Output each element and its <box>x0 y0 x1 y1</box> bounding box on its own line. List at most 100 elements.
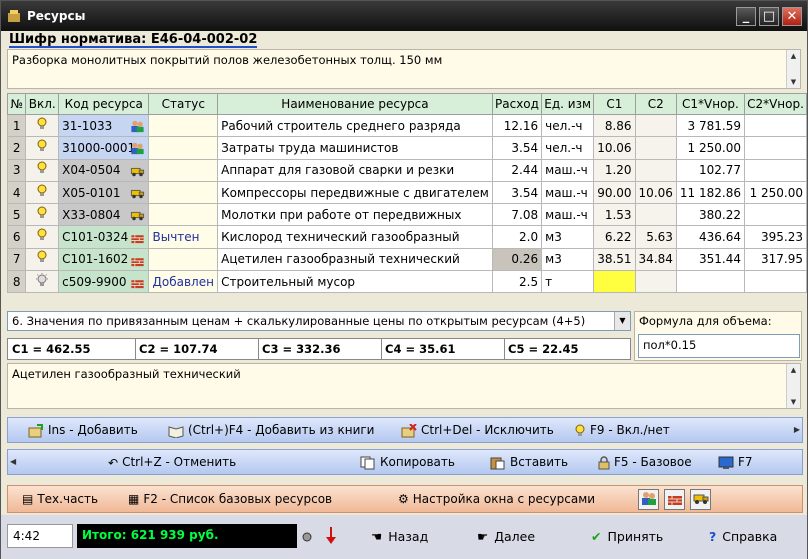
c1-cell[interactable]: 1.20 <box>593 158 636 182</box>
table-row[interactable]: 7 C101-1602 Ацетилен газообразный техничес… <box>6 247 808 272</box>
unit-cell[interactable]: чел.-ч <box>541 136 595 160</box>
back-button[interactable]: ☚ Назад <box>371 529 428 544</box>
consumption-cell[interactable]: 3.54 <box>491 180 543 205</box>
consumption-cell[interactable]: 12.16 <box>491 113 543 138</box>
include-toggle[interactable] <box>25 136 60 160</box>
add-button[interactable]: Ins - Добавить <box>28 423 138 438</box>
unit-cell[interactable]: маш.-ч <box>541 180 595 205</box>
column-header[interactable]: № <box>6 93 27 115</box>
resource-name[interactable]: Кислород технический газообразный <box>217 225 493 249</box>
column-header[interactable]: C2*Vнор. <box>743 93 808 115</box>
consumption-cell[interactable]: 3.54 <box>491 136 543 160</box>
minimize-button[interactable]: _ <box>736 7 756 26</box>
c1-cell[interactable]: 8.86 <box>593 113 636 138</box>
norm-description[interactable]: Разборка монолитных покрытий полов желез… <box>7 49 801 89</box>
c1-cell[interactable]: 38.51 <box>593 247 636 272</box>
chevron-left-icon[interactable]: ◀ <box>10 457 16 466</box>
c2-cell[interactable] <box>634 113 677 138</box>
next-button[interactable]: ☛ Далее <box>477 529 535 544</box>
c1-cell[interactable]: 1.53 <box>593 203 636 227</box>
c2-cell[interactable]: 5.63 <box>634 225 677 249</box>
include-toggle[interactable] <box>25 270 60 294</box>
arrow-down-icon[interactable] <box>325 527 337 545</box>
title-bar[interactable]: Ресурсы _ □ ✕ <box>1 1 807 31</box>
column-header[interactable]: C2 <box>634 93 677 115</box>
resource-name[interactable]: Компрессоры передвижные с двигателем <box>217 180 493 205</box>
table-row[interactable]: 4 X05-0101 Компрессоры передвижные с двига… <box>6 180 808 205</box>
c2-cell[interactable] <box>634 203 677 227</box>
note-scrollbar[interactable]: ▲ ▼ <box>786 364 800 408</box>
maximize-button[interactable]: □ <box>759 7 779 26</box>
description-scrollbar[interactable]: ▲ ▼ <box>786 50 800 88</box>
filter-materials-button[interactable] <box>664 489 685 510</box>
toggle-button[interactable]: F9 - Вкл./нет <box>574 423 670 438</box>
column-header[interactable]: Код ресурса <box>58 93 150 115</box>
resource-name[interactable]: Молотки при работе от передвижных <box>217 203 493 227</box>
include-toggle[interactable] <box>25 113 60 138</box>
table-row[interactable]: 3 X04-0504 Аппарат для газовой сварки и ре… <box>6 158 808 182</box>
resource-code[interactable]: c509-9900 <box>58 270 150 294</box>
price-mode-select[interactable]: 6. Значения по привязанным ценам + скаль… <box>7 311 631 331</box>
volume-formula-input[interactable]: пол*0.15 <box>638 334 800 358</box>
resource-name[interactable]: Ацетилен газообразный технический <box>217 247 493 272</box>
include-toggle[interactable] <box>25 247 60 272</box>
resource-code[interactable]: X33-0804 <box>58 203 150 227</box>
chevron-right-icon[interactable]: ▶ <box>794 425 800 434</box>
undo-button[interactable]: ↶ Ctrl+Z - Отменить <box>108 455 236 470</box>
column-header[interactable]: C1*Vнор. <box>675 93 745 115</box>
column-header[interactable]: C1 <box>593 93 636 115</box>
unit-cell[interactable]: чел.-ч <box>541 113 595 138</box>
table-row[interactable]: 1 31-1033 Рабочий строитель среднего разря… <box>6 113 808 138</box>
unit-cell[interactable]: маш.-ч <box>541 203 595 227</box>
table-row[interactable]: 5 X33-0804 Молотки при работе от передвижн… <box>6 203 808 227</box>
paste-button[interactable]: Вставить <box>490 455 568 470</box>
c1-cell[interactable] <box>593 270 636 294</box>
c2-cell[interactable] <box>634 158 677 182</box>
table-row[interactable]: 8 c509-9900 Добавлен Строительный мусор 2.5 т <box>6 270 808 294</box>
resource-name[interactable]: Строительный мусор <box>217 270 493 294</box>
filter-machines-button[interactable] <box>690 489 711 510</box>
consumption-cell[interactable]: 2.0 <box>491 225 543 249</box>
resource-name[interactable]: Затраты труда машинистов <box>217 136 493 160</box>
column-header[interactable]: Ед. изм <box>541 93 595 115</box>
resource-name[interactable]: Рабочий строитель среднего разряда <box>217 113 493 138</box>
resource-code[interactable]: 31000-0001 <box>58 136 150 160</box>
consumption-cell[interactable]: 2.44 <box>491 158 543 182</box>
unit-cell[interactable]: маш.-ч <box>541 158 595 182</box>
close-button[interactable]: ✕ <box>782 7 802 26</box>
tech-part-button[interactable]: ▤ Тех.часть <box>22 492 98 506</box>
accept-button[interactable]: ✔ Принять <box>591 529 663 544</box>
help-button[interactable]: ? Справка <box>709 529 777 544</box>
c2-cell[interactable] <box>634 270 677 294</box>
chevron-down-icon[interactable]: ▼ <box>614 312 630 330</box>
exclude-button[interactable]: Ctrl+Del - Исключить <box>401 423 554 438</box>
include-toggle[interactable] <box>25 203 60 227</box>
resource-code[interactable]: X05-0101 <box>58 180 150 205</box>
column-header[interactable]: Вкл. <box>25 93 60 115</box>
resource-code[interactable]: X04-0504 <box>58 158 150 182</box>
c2-cell[interactable] <box>634 136 677 160</box>
resource-code[interactable]: C101-0324 <box>58 225 150 249</box>
unit-cell[interactable]: т <box>541 270 595 294</box>
resource-code[interactable]: C101-1602 <box>58 247 150 272</box>
table-row[interactable]: 2 31000-0001 Затраты труда машинистов 3.54 ч… <box>6 136 808 160</box>
consumption-cell[interactable]: 2.5 <box>491 270 543 294</box>
c1-cell[interactable]: 10.06 <box>593 136 636 160</box>
column-header[interactable]: Наименование ресурса <box>217 93 493 115</box>
base-resources-button[interactable]: ▦ F2 - Список базовых ресурсов <box>128 492 332 506</box>
add-from-book-button[interactable]: (Ctrl+)F4 - Добавить из книги <box>168 423 374 438</box>
column-header[interactable]: Статус <box>148 93 219 115</box>
window-settings-button[interactable]: ⚙ Настройка окна с ресурсами <box>398 492 595 506</box>
consumption-cell[interactable]: 7.08 <box>491 203 543 227</box>
c1-cell[interactable]: 90.00 <box>593 180 636 205</box>
base-button[interactable]: F5 - Базовое <box>598 455 692 470</box>
include-toggle[interactable] <box>25 180 60 205</box>
consumption-cell[interactable]: 0.26 <box>491 247 543 272</box>
filter-labor-button[interactable] <box>638 489 659 510</box>
include-toggle[interactable] <box>25 225 60 249</box>
copy-button[interactable]: Копировать <box>360 455 455 470</box>
resource-code[interactable]: 31-1033 <box>58 113 150 138</box>
unit-cell[interactable]: м3 <box>541 247 595 272</box>
resource-note[interactable]: Ацетилен газообразный технический ▲ ▼ <box>7 363 801 409</box>
c2-cell[interactable]: 34.84 <box>634 247 677 272</box>
